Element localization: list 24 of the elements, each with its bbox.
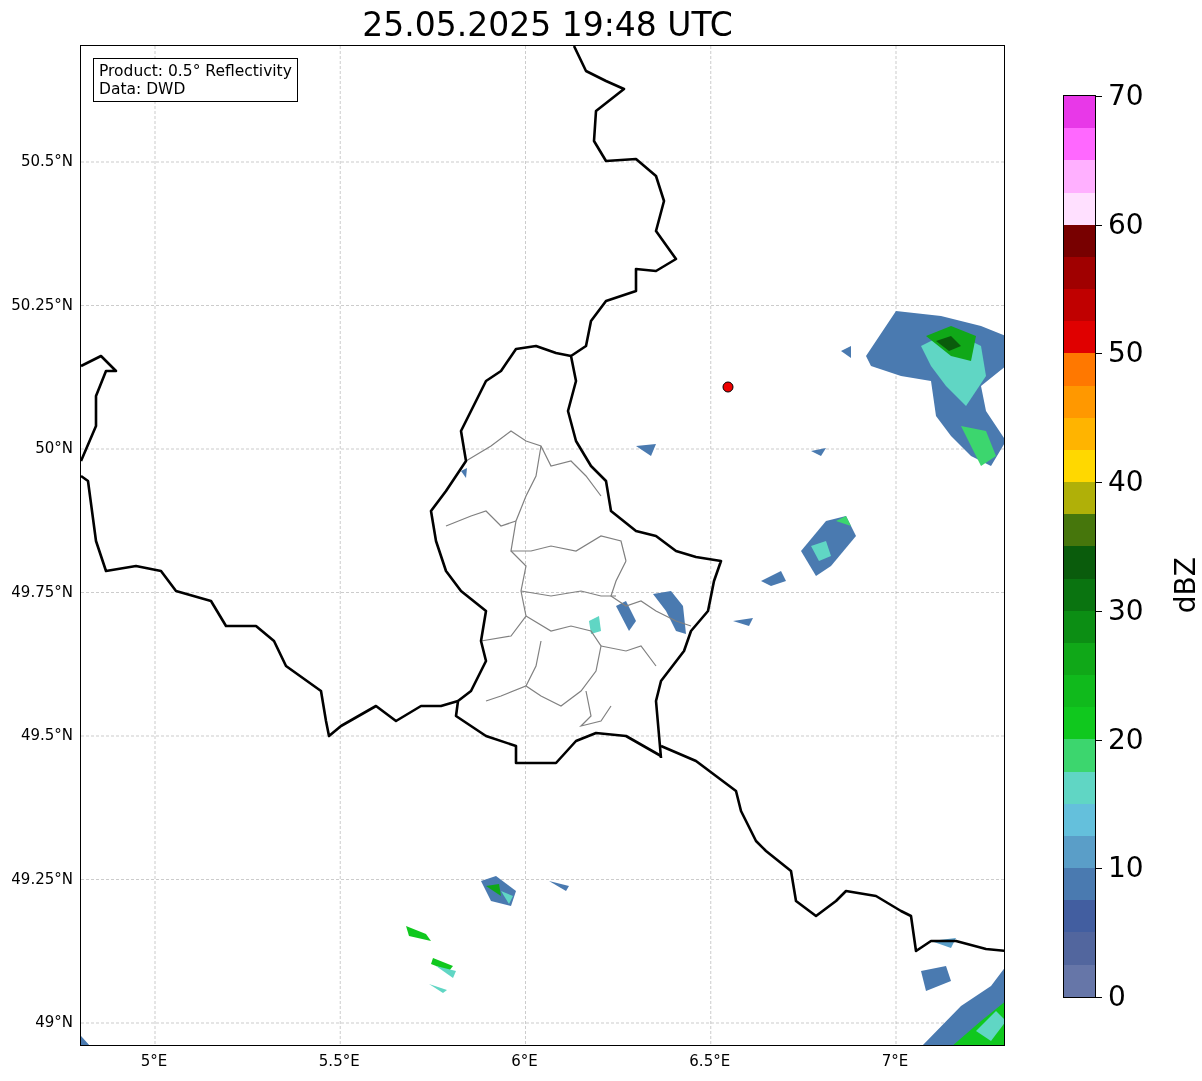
colorbar-tick-label: 0 <box>1108 982 1126 1012</box>
colorbar-tick-label: 10 <box>1108 853 1144 884</box>
longitude-label: 5°E <box>140 1052 168 1070</box>
latitude-label: 50°N <box>35 439 73 457</box>
latitude-label: 49.5°N <box>20 726 73 744</box>
latitude-label: 49°N <box>35 1013 73 1031</box>
info-text: Data: DWD <box>99 80 187 98</box>
colorbar-tick-label: 20 <box>1108 724 1144 755</box>
colorbar-tick-label: 30 <box>1108 595 1144 626</box>
longitude-label: 6.5°E <box>689 1052 731 1070</box>
longitude-label: 7°E <box>881 1052 909 1070</box>
latitude-label: 50.5°N <box>20 152 73 170</box>
chart-title: 25.05.2025 19:48 UTC <box>362 5 733 45</box>
longitude-label: 5.5°E <box>318 1052 360 1070</box>
colorbar-tick-label: 40 <box>1108 467 1144 498</box>
colorbar-tick-label: 70 <box>1108 81 1144 111</box>
latitude-label: 50.25°N <box>11 295 73 314</box>
latitude-label: 49.75°N <box>11 582 73 601</box>
colorbar-tick-label: 50 <box>1108 338 1144 369</box>
colorbar-label: dBZ <box>1170 557 1202 614</box>
info-text: Product: 0.5° Reflectivity <box>99 62 292 80</box>
latitude-label: 49.25°N <box>11 869 73 888</box>
longitude-label: 6°E <box>511 1052 538 1070</box>
colorbar-tick-label: 60 <box>1108 209 1144 240</box>
